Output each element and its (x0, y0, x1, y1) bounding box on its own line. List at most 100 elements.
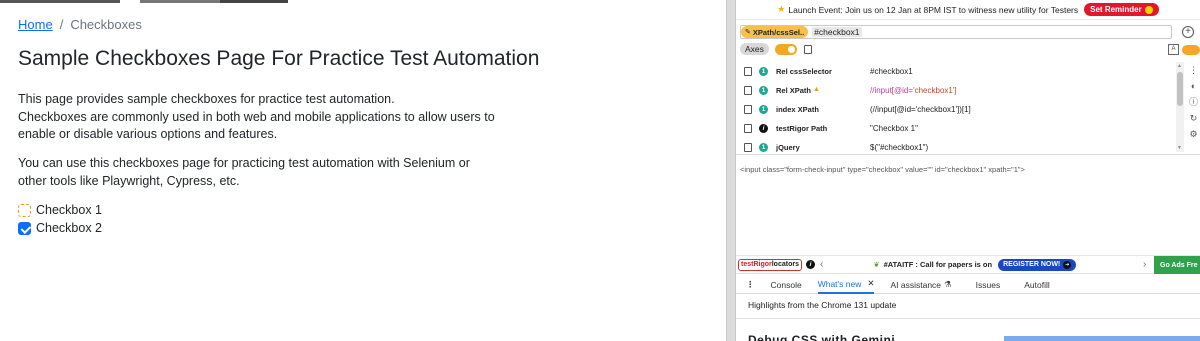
breadcrumb-home-link[interactable]: Home (18, 17, 53, 32)
drawer-menu-icon[interactable]: ⋮ (746, 279, 755, 290)
checkbox-1[interactable] (18, 203, 31, 217)
scroll-up-icon[interactable]: ▲ (1177, 63, 1182, 69)
pencil-icon: ✎ (745, 29, 751, 36)
locator-name: testRigor Path (776, 124, 828, 133)
match-count-badge: 1 (759, 143, 768, 152)
locator-name: jQuery (776, 143, 800, 152)
locator-value[interactable]: (//input[@id='checkbox1'])[1] (870, 105, 971, 114)
axes-button[interactable]: Axes (740, 43, 769, 55)
checkbox-2-row[interactable]: Checkbox 2 (18, 221, 102, 235)
font-size-icon[interactable]: A (1168, 44, 1179, 55)
intro-line-1: This page provides sample checkboxes for… (18, 92, 395, 106)
intro-line-2: Checkboxes are commonly used in both web… (18, 109, 495, 124)
set-reminder-label: Set Reminder (1090, 5, 1142, 14)
header-image-strip (0, 0, 288, 3)
usage-line-2: other tools like Playwright, Cypress, et… (18, 173, 240, 188)
tab-ai-assistance[interactable]: AI assistance ⚗ (890, 276, 951, 294)
drawer-tabs: ⋮ Console What's new ✕ AI assistance ⚗ Iss… (736, 276, 1200, 294)
chevron-left-icon[interactable]: ‹ (820, 259, 823, 270)
axes-toggle[interactable] (774, 43, 797, 55)
tab-whats-new-label: What's new (817, 278, 862, 289)
copy-icon[interactable] (742, 86, 752, 100)
settings-toggle[interactable] (1182, 45, 1200, 55)
refresh-icon[interactable]: ↻ (1187, 110, 1200, 126)
match-count-badge: 1 (759, 105, 768, 114)
selector-mode-label: XPath/cssSel.. (752, 27, 805, 37)
locator-row: 1 index XPath (//input[@id='checkbox1'])… (736, 100, 1176, 119)
devtools-panel: ★ Launch Event: Join us on 12 Jan at 8PM… (736, 0, 1200, 341)
usage-line-1: You can use this checkboxes page for pra… (18, 156, 470, 170)
copy-icon[interactable] (801, 44, 812, 59)
star-icon: ★ (777, 4, 786, 14)
selector-bar: ✎ XPath/cssSel.. #checkbox1 (740, 25, 1172, 39)
locator-scrollbar[interactable]: ▲ ▼ (1176, 62, 1184, 152)
whats-new-heading: Highlights from the Chrome 131 update (748, 300, 897, 310)
article-image (1004, 336, 1200, 341)
intro-line-3: enable or disable various options and fe… (18, 127, 278, 141)
locator-list: 1 Rel cssSelector #checkbox1 1 Rel XPath… (736, 62, 1176, 157)
devtools-splitter[interactable] (726, 0, 736, 341)
checkbox-2[interactable] (18, 221, 31, 235)
go-ads-free-button[interactable]: Go Ads Fre (1154, 256, 1200, 274)
tab-whats-new[interactable]: What's new ✕ (817, 276, 875, 294)
register-now-label: REGISTER NOW! (1003, 261, 1061, 268)
element-html-snippet: <input class="form-check-input" type="ch… (740, 165, 1025, 174)
locator-value[interactable]: //input[@id='checkbox1'] (870, 86, 957, 95)
locator-name-wrap: Rel XPath ▲ (776, 86, 840, 95)
locator-row: 1 Rel cssSelector #checkbox1 (736, 62, 1176, 81)
tab-console-label: Console (770, 279, 802, 290)
checkbox-1-label[interactable]: Checkbox 1 (36, 203, 102, 217)
selector-mode-dropdown[interactable]: ✎ XPath/cssSel.. (741, 26, 809, 38)
locator-row: 1 Rel XPath ▲ //input[@id='checkbox1'] (736, 81, 1176, 100)
flask-icon: ⚗ (944, 279, 952, 289)
locator-name: Rel cssSelector (776, 67, 832, 76)
locator-name: Rel XPath (776, 86, 812, 95)
testrigor-locators-label: locators (771, 261, 799, 268)
breadcrumb: Home / Checkboxes (18, 17, 142, 32)
dark-mode-icon[interactable]: ◐ (1187, 78, 1200, 94)
locator-value[interactable]: $("#checkbox1") (870, 143, 928, 152)
tab-console[interactable]: Console (771, 276, 802, 294)
testrigor-brand: testRigor (741, 261, 772, 268)
warning-icon: ▲ (813, 86, 820, 93)
more-icon[interactable]: ⋮ (1187, 62, 1200, 78)
tab-issues-label: Issues (975, 279, 1001, 290)
usage-paragraph: You can use this checkboxes page for pra… (18, 155, 518, 190)
arrow-icon: ➜ (1063, 260, 1072, 269)
launch-event-banner: ★ Launch Event: Join us on 12 Jan at 8PM… (736, 0, 1200, 20)
testrigor-locators-button[interactable]: testRigor locators (738, 258, 802, 271)
page-title: Sample Checkboxes Page For Practice Test… (18, 47, 540, 70)
chevron-right-icon[interactable]: › (1143, 259, 1146, 270)
locator-value[interactable]: #checkbox1 (870, 67, 913, 76)
divider (736, 318, 1200, 319)
selector-input[interactable]: #checkbox1 (812, 27, 862, 37)
locator-value[interactable]: "Checkbox 1" (870, 124, 918, 133)
scroll-down-icon[interactable]: ▼ (1177, 145, 1182, 151)
whats-new-article-title: Debug CSS with Gemini (748, 333, 896, 341)
set-reminder-button[interactable]: Set Reminder (1084, 3, 1159, 16)
ad-banner: ❦ #ATAITF : Call for papers is on REGISTER… (873, 258, 1077, 271)
checkbox-2-label[interactable]: Checkbox 2 (36, 221, 102, 235)
bell-icon (1144, 5, 1153, 14)
copy-icon[interactable] (742, 105, 752, 119)
ad-text: #ATAITF : Call for papers is on (883, 260, 993, 269)
tab-autofill-label: Autofill (1024, 279, 1050, 290)
copy-icon[interactable] (742, 124, 752, 138)
copy-icon[interactable] (742, 143, 752, 157)
info-icon: i (759, 124, 768, 133)
breadcrumb-current: Checkboxes (70, 17, 142, 32)
side-toolbar: ⋮ ◐ ⓘ ↻ ⚙ (1187, 62, 1200, 142)
match-count-badge: 1 (759, 86, 768, 95)
copy-icon[interactable] (742, 67, 752, 81)
scroll-thumb[interactable] (1177, 72, 1183, 106)
info-circle-icon[interactable]: ⓘ (1187, 94, 1200, 110)
add-icon[interactable]: + (1182, 26, 1194, 38)
close-icon[interactable]: ✕ (867, 278, 874, 289)
tab-issues[interactable]: Issues (976, 276, 1001, 294)
settings-icon[interactable]: ⚙ (1187, 126, 1200, 142)
checkbox-1-row[interactable]: Checkbox 1 (18, 203, 102, 217)
register-now-button[interactable]: REGISTER NOW! ➜ (998, 258, 1077, 271)
info-icon[interactable]: i (805, 260, 815, 269)
locator-name: index XPath (776, 105, 819, 114)
tab-autofill[interactable]: Autofill (1024, 276, 1050, 294)
